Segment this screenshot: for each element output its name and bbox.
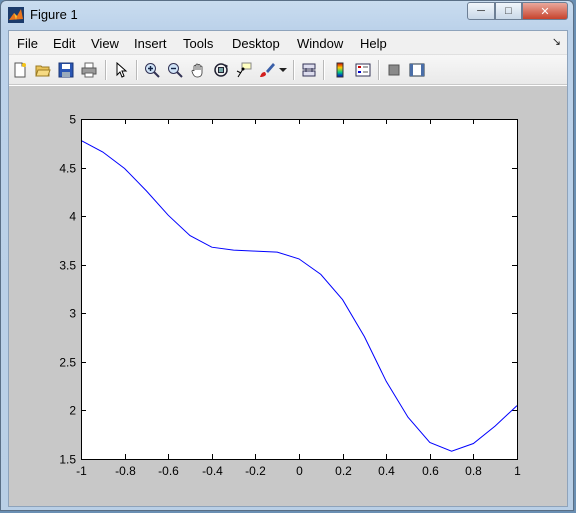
menu-tools[interactable]: Tools: [183, 36, 213, 51]
menu-desktop[interactable]: Desktop: [232, 36, 280, 51]
x-tick-label: -0.8: [115, 464, 136, 478]
x-tick-label: -1: [76, 464, 87, 478]
title-bar[interactable]: Figure 1 ─ □ ✕: [1, 1, 573, 29]
hide-plot-tools-icon[interactable]: [385, 61, 403, 79]
y-tick-label: 3: [69, 307, 76, 321]
save-icon[interactable]: [57, 61, 75, 79]
x-tick-label: -0.6: [158, 464, 179, 478]
brush-dropdown-icon[interactable]: [278, 61, 288, 79]
menu-view[interactable]: View: [91, 36, 119, 51]
y-tick-label: 4.5: [59, 162, 76, 176]
print-icon[interactable]: [80, 61, 98, 79]
menu-bar: File Edit View Insert Tools Desktop Wind…: [9, 31, 567, 55]
menu-help[interactable]: Help: [360, 36, 387, 51]
menu-window[interactable]: Window: [297, 36, 343, 51]
toolbar-separator: [323, 60, 324, 80]
new-figure-icon[interactable]: [11, 61, 29, 79]
y-tick-label: 4: [69, 210, 76, 224]
minimize-button[interactable]: ─: [467, 2, 495, 20]
y-tick-label: 5: [69, 113, 76, 127]
x-tick-label: 1: [514, 464, 521, 478]
zoom-out-icon[interactable]: [166, 61, 184, 79]
close-button[interactable]: ✕: [522, 2, 568, 20]
y-tick-label: 1.5: [59, 453, 76, 467]
toolbar-separator: [378, 60, 379, 80]
link-plot-icon[interactable]: [300, 61, 318, 79]
y-tick-label: 2.5: [59, 356, 76, 370]
legend-icon[interactable]: [354, 61, 372, 79]
maximize-icon: □: [505, 5, 512, 17]
window-title: Figure 1: [30, 7, 78, 22]
x-tick-label: -0.4: [202, 464, 223, 478]
rotate-3d-icon[interactable]: [212, 61, 230, 79]
minimize-icon: ─: [477, 5, 485, 17]
show-plot-tools-icon[interactable]: [408, 61, 426, 79]
maximize-button[interactable]: □: [495, 2, 522, 20]
zoom-in-icon[interactable]: [143, 61, 161, 79]
plot-area[interactable]: -1 -0.8 -0.6 -0.4 -0.2 0 0.2 0.4 0.6 0.8 1 1.5 2 2.5 3…: [9, 86, 567, 506]
y-tick-label: 2: [69, 404, 76, 418]
figure-window: Figure 1 ─ □ ✕ File Edit View Insert Too…: [0, 0, 574, 511]
client-area: File Edit View Insert Tools Desktop Wind…: [8, 30, 568, 507]
brush-icon[interactable]: [258, 61, 276, 79]
menu-edit[interactable]: Edit: [53, 36, 75, 51]
open-file-icon[interactable]: [34, 61, 52, 79]
x-tick-label: 0.4: [378, 464, 395, 478]
figure-toolbar: [9, 55, 567, 85]
x-tick-label: 0.6: [422, 464, 439, 478]
colorbar-icon[interactable]: [331, 61, 349, 79]
pan-hand-icon[interactable]: [189, 61, 207, 79]
figure-canvas: -1 -0.8 -0.6 -0.4 -0.2 0 0.2 0.4 0.6 0.8 1 1.5 2 2.5 3…: [9, 86, 567, 506]
close-icon: ✕: [540, 5, 550, 18]
toolbar-separator: [293, 60, 294, 80]
x-tick-label: 0.8: [465, 464, 482, 478]
axes-background: [81, 119, 517, 459]
menu-insert[interactable]: Insert: [134, 36, 167, 51]
x-tick-label: -0.2: [245, 464, 266, 478]
x-tick-label: 0: [296, 464, 303, 478]
x-tick-label: 0.2: [335, 464, 352, 478]
dock-arrow-icon[interactable]: ↘: [552, 35, 561, 48]
toolbar-separator: [136, 60, 137, 80]
select-arrow-icon[interactable]: [112, 61, 130, 79]
y-tick-label: 3.5: [59, 259, 76, 273]
data-cursor-icon[interactable]: [235, 61, 253, 79]
menu-file[interactable]: File: [17, 36, 38, 51]
toolbar-separator: [105, 60, 106, 80]
matlab-logo-icon: [8, 7, 24, 23]
